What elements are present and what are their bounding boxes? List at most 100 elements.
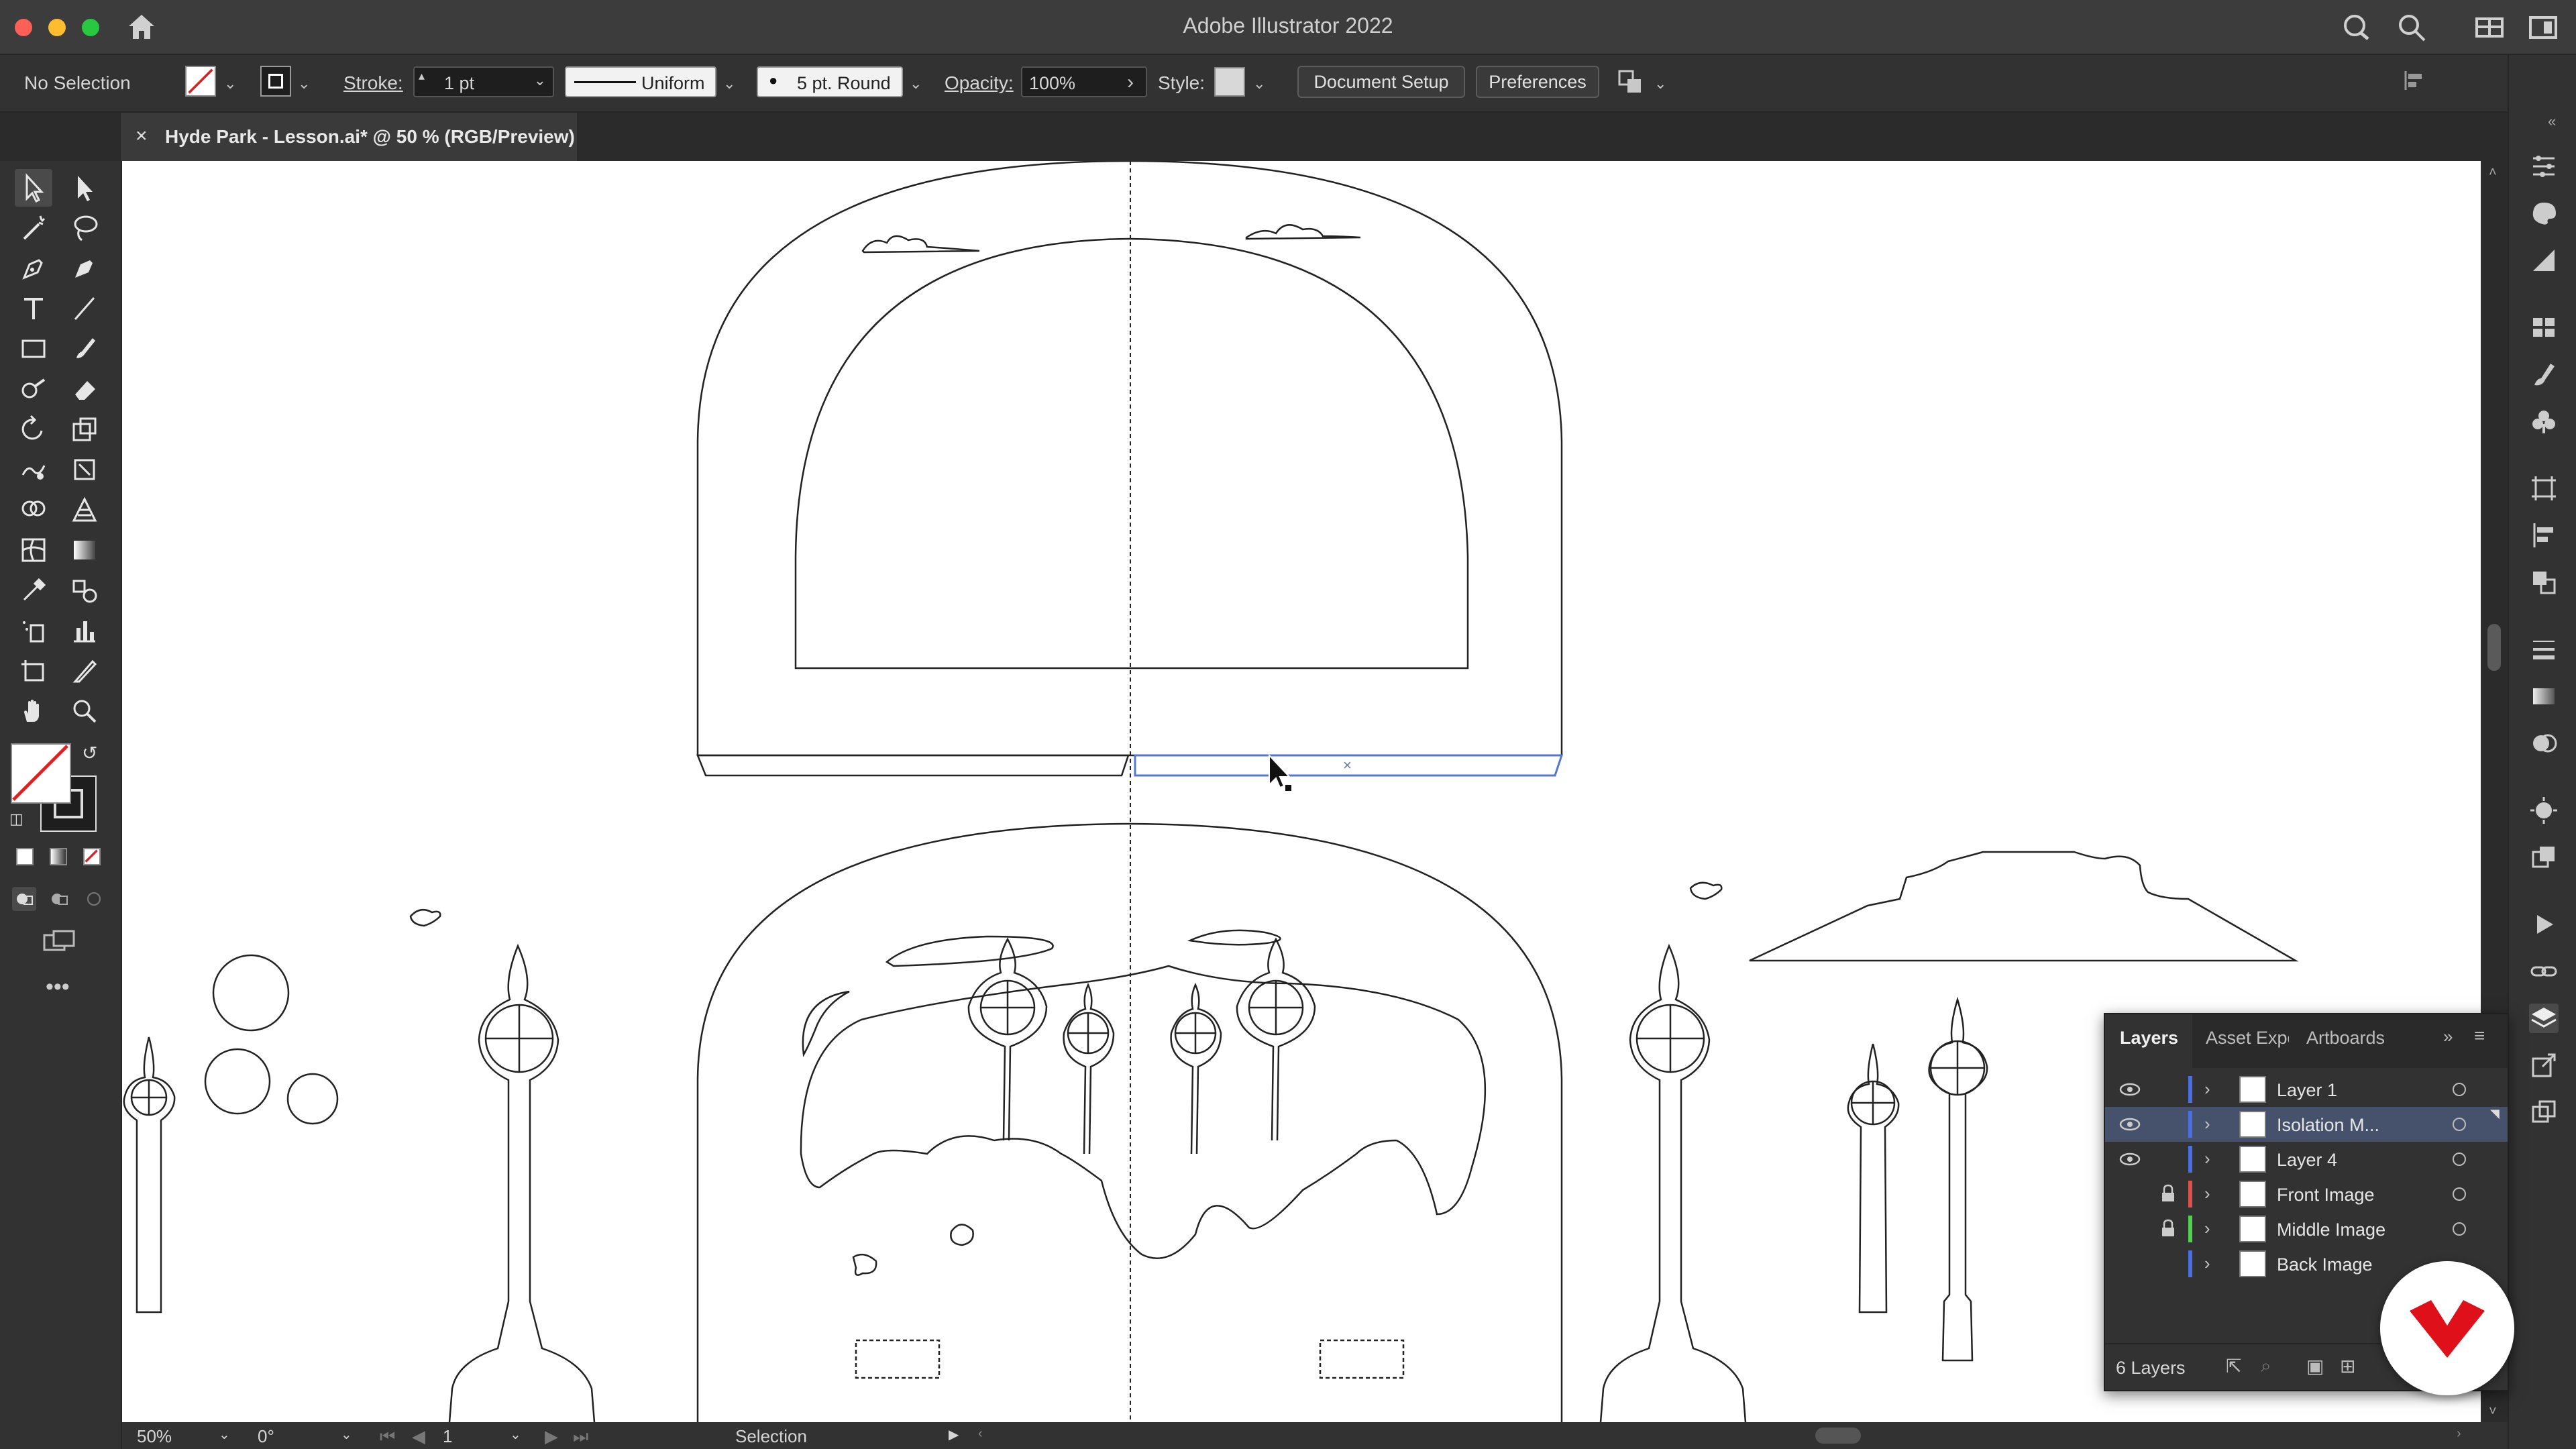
symbol-sprayer-tool-icon[interactable]: [15, 612, 52, 649]
warp-tool-icon[interactable]: [15, 451, 52, 488]
layer-name[interactable]: Back Image: [2277, 1254, 2373, 1275]
lock-icon[interactable]: [2160, 1218, 2176, 1238]
align-panel-icon[interactable]: [2529, 521, 2559, 550]
vertical-scrollbar-thumb[interactable]: [2487, 624, 2501, 671]
gradient-panel-icon[interactable]: [2529, 682, 2559, 711]
color-mode-icon[interactable]: [16, 848, 34, 865]
arrange-chevron-icon[interactable]: ⌄: [1654, 75, 1666, 93]
perspective-grid-tool-icon[interactable]: [66, 491, 103, 529]
fill-color-box[interactable]: [11, 743, 71, 804]
hand-tool-icon[interactable]: [15, 692, 52, 730]
layer-name[interactable]: Layer 4: [2277, 1150, 2337, 1171]
collect-for-export-icon[interactable]: ⇱: [2226, 1355, 2241, 1377]
draw-normal-icon[interactable]: [12, 887, 36, 911]
preferences-button[interactable]: Preferences: [1476, 66, 1599, 98]
pathfinder-icon[interactable]: [2529, 568, 2559, 597]
color-palette-icon[interactable]: [2529, 199, 2559, 228]
layer-row[interactable]: › Layer 4: [2105, 1142, 2508, 1177]
layer-name[interactable]: Middle Image: [2277, 1220, 2385, 1240]
line-segment-tool-icon[interactable]: [66, 290, 103, 327]
arrange-icon[interactable]: [1617, 68, 1644, 95]
artboard-number-field[interactable]: 1: [443, 1426, 452, 1447]
stroke-panel-icon[interactable]: [2529, 635, 2559, 664]
expand-layer-chevron-icon[interactable]: ›: [2204, 1114, 2210, 1134]
brush-definition-dropdown[interactable]: ● 5 pt. Round: [757, 66, 903, 97]
last-artboard-icon[interactable]: ⏭: [573, 1426, 588, 1448]
transform-icon[interactable]: [2529, 474, 2559, 503]
panel-options-icon[interactable]: ≡: [2474, 1025, 2485, 1046]
slice-tool-icon[interactable]: [66, 652, 103, 690]
free-transform-tool-icon[interactable]: [66, 451, 103, 488]
swap-fill-stroke-icon[interactable]: ↺: [82, 742, 97, 764]
scroll-left-icon[interactable]: ‹: [978, 1426, 983, 1442]
expand-layer-chevron-icon[interactable]: ›: [2204, 1218, 2210, 1239]
links-icon[interactable]: [2529, 957, 2559, 986]
style-chevron-icon[interactable]: ⌄: [1253, 75, 1265, 93]
zoom-level-field[interactable]: 50%: [137, 1426, 172, 1447]
layer-row[interactable]: › Front Image: [2105, 1177, 2508, 1212]
shape-builder-tool-icon[interactable]: [15, 491, 52, 529]
next-artboard-icon[interactable]: ▶: [545, 1426, 558, 1447]
layer-row-selected[interactable]: › Isolation M... ◥: [2105, 1107, 2508, 1142]
zoom-chevron-icon[interactable]: ⌄: [219, 1426, 230, 1443]
workspace-switcher-icon[interactable]: [2528, 12, 2559, 43]
type-tool-icon[interactable]: [15, 290, 52, 327]
document-setup-button[interactable]: Document Setup: [1297, 66, 1465, 98]
rotation-field[interactable]: 0°: [258, 1426, 274, 1447]
fill-dropdown-chevron-icon[interactable]: ⌄: [224, 75, 236, 93]
layer-name[interactable]: Isolation M...: [2277, 1115, 2379, 1136]
brush-chevron-icon[interactable]: ⌄: [910, 75, 922, 93]
layer-target-icon[interactable]: [2453, 1083, 2466, 1096]
previous-artboard-icon[interactable]: ◀: [412, 1426, 425, 1447]
scroll-right-icon[interactable]: ›: [2457, 1426, 2461, 1442]
layers-panel-icon[interactable]: [2529, 1004, 2559, 1033]
export-icon[interactable]: [2529, 1051, 2559, 1080]
lasso-tool-icon[interactable]: [66, 209, 103, 247]
actions-icon[interactable]: [2529, 910, 2559, 939]
align-icon[interactable]: [2402, 68, 2426, 93]
symbols-icon[interactable]: [2529, 407, 2559, 436]
transparency-icon[interactable]: [2529, 729, 2559, 758]
expand-layer-chevron-icon[interactable]: ›: [2204, 1183, 2210, 1204]
layer-target-icon[interactable]: [2453, 1118, 2466, 1131]
draw-inside-icon[interactable]: [82, 887, 106, 911]
lock-icon[interactable]: [2160, 1183, 2176, 1203]
layer-target-icon[interactable]: [2453, 1152, 2466, 1166]
artboard-tool-icon[interactable]: [15, 652, 52, 690]
rotation-chevron-icon[interactable]: ⌄: [341, 1426, 352, 1443]
layer-target-icon[interactable]: [2453, 1222, 2466, 1236]
appearance-icon[interactable]: [2529, 796, 2559, 825]
locate-object-icon[interactable]: ⌕: [2261, 1355, 2271, 1377]
mesh-tool-icon[interactable]: [15, 531, 52, 569]
blend-tool-icon[interactable]: [66, 572, 103, 609]
layer-row[interactable]: › Layer 1: [2105, 1072, 2508, 1107]
curvature-tool-icon[interactable]: [66, 250, 103, 287]
expand-layer-chevron-icon[interactable]: ›: [2204, 1253, 2210, 1274]
profile-chevron-icon[interactable]: ⌄: [723, 75, 735, 93]
fill-swatch[interactable]: [185, 66, 216, 97]
panel-collapse-icon[interactable]: »: [2443, 1026, 2453, 1047]
gradient-mode-icon[interactable]: [50, 848, 67, 865]
tab-layers[interactable]: Layers: [2120, 1028, 2178, 1049]
pen-tool-icon[interactable]: [15, 250, 52, 287]
document-tab[interactable]: × Hyde Park - Lesson.ai* @ 50 % (RGB/Pre…: [121, 113, 577, 161]
make-clipping-mask-icon[interactable]: ▣: [2306, 1355, 2324, 1377]
column-graph-tool-icon[interactable]: [66, 612, 103, 649]
opacity-expand-icon[interactable]: ›: [1127, 71, 1134, 94]
eraser-tool-icon[interactable]: [66, 370, 103, 408]
status-menu-icon[interactable]: ▶: [949, 1426, 959, 1443]
visibility-eye-icon[interactable]: [2118, 1080, 2141, 1099]
expand-layer-chevron-icon[interactable]: ›: [2204, 1148, 2210, 1169]
scale-tool-icon[interactable]: [66, 411, 103, 448]
shaper-tool-icon[interactable]: [15, 370, 52, 408]
direct-selection-tool-icon[interactable]: [66, 169, 103, 207]
stroke-swatch[interactable]: [260, 66, 291, 97]
graphic-style-swatch[interactable]: [1214, 67, 1245, 97]
change-screen-mode-icon[interactable]: [42, 928, 79, 955]
layer-row[interactable]: › Middle Image: [2105, 1212, 2508, 1246]
layer-name[interactable]: Front Image: [2277, 1185, 2375, 1205]
selection-tool-icon[interactable]: [15, 169, 52, 207]
magic-wand-tool-icon[interactable]: [15, 209, 52, 247]
brushes-icon[interactable]: [2529, 360, 2559, 389]
visibility-eye-icon[interactable]: [2118, 1115, 2141, 1134]
